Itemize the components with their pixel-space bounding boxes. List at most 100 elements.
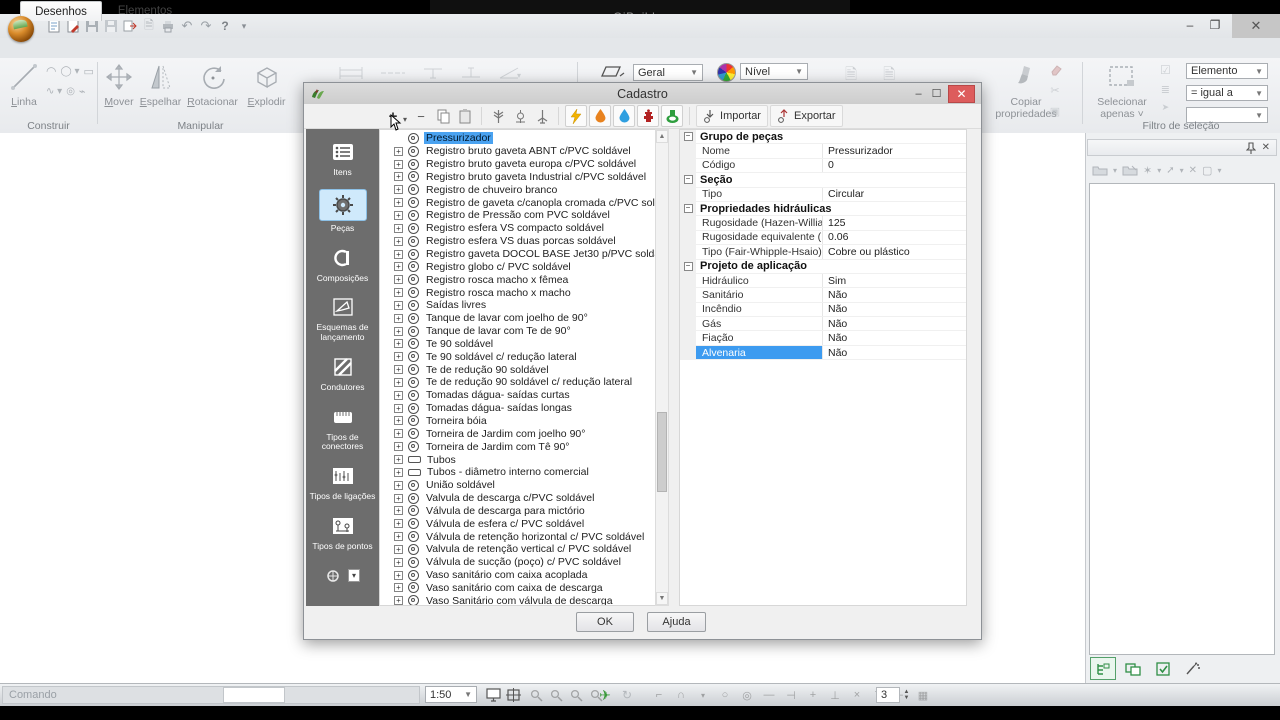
sidebar-item-esquemas-de-lan-amento[interactable]: Esquemas de lançamento bbox=[307, 294, 379, 343]
folder-edit-icon[interactable] bbox=[1122, 164, 1138, 176]
expand-icon[interactable]: + bbox=[394, 146, 403, 156]
expand-icon[interactable]: + bbox=[394, 262, 403, 272]
dock-list-area[interactable] bbox=[1089, 183, 1275, 655]
tree-item[interactable]: + Te de redução 90 soldável bbox=[380, 363, 655, 376]
remove-icon[interactable]: − bbox=[411, 106, 431, 126]
page-icon[interactable]: 🗎 bbox=[141, 18, 157, 34]
list-filter-icon[interactable]: ≣ bbox=[1160, 83, 1171, 96]
tree-item[interactable]: + Tanque de lavar com Te de 90° bbox=[380, 325, 655, 338]
tree-item[interactable]: + Tubos bbox=[380, 453, 655, 466]
explodir-button[interactable]: Explodir bbox=[244, 60, 289, 108]
expand-icon[interactable]: + bbox=[394, 223, 403, 233]
tree-item[interactable]: + União soldável bbox=[380, 479, 655, 492]
expand-icon[interactable]: + bbox=[394, 198, 403, 208]
restore-icon[interactable]: ❐ bbox=[1205, 17, 1225, 33]
sanitary-icon[interactable] bbox=[661, 105, 684, 127]
help-button[interactable]: Ajuda bbox=[647, 612, 706, 632]
snap-menu-icon[interactable]: ▾ bbox=[694, 686, 712, 704]
tree-item[interactable]: + Registro gaveta DOCOL BASE Jet30 p/PVC … bbox=[380, 248, 655, 261]
polyline-icon[interactable]: ⌁ bbox=[79, 85, 86, 98]
color-wheel-icon[interactable] bbox=[717, 63, 736, 82]
snap-bottom-icon[interactable]: ⊥ bbox=[826, 686, 844, 704]
expand-icon[interactable]: + bbox=[394, 583, 403, 593]
property-value[interactable]: 0.06 bbox=[822, 230, 966, 245]
snap-line-icon[interactable]: — bbox=[760, 686, 778, 704]
dashes-icon[interactable] bbox=[380, 66, 406, 80]
redo-icon[interactable]: ↷ bbox=[198, 18, 214, 34]
tree-item[interactable]: + Tomadas dágua- saídas curtas bbox=[380, 389, 655, 402]
expand-icon[interactable]: + bbox=[394, 339, 403, 349]
collapse-icon[interactable]: − bbox=[683, 261, 693, 271]
tree-item[interactable]: + Vaso Sanitário com válvula de descarga bbox=[380, 594, 655, 605]
tree-item[interactable]: Pressurizador bbox=[380, 132, 655, 145]
tree-item[interactable]: + Te de redução 90 soldável c/ redução la… bbox=[380, 376, 655, 389]
dim-angle-icon[interactable]: ▾ bbox=[498, 66, 522, 80]
expand-icon[interactable]: + bbox=[394, 313, 403, 323]
delete-icon[interactable]: ✕ bbox=[1189, 165, 1197, 176]
zoom-in-icon[interactable] bbox=[527, 686, 545, 704]
expand-icon[interactable]: + bbox=[394, 365, 403, 375]
pick-filter-icon[interactable]: ➤ bbox=[1160, 102, 1171, 113]
snap-cross-icon[interactable]: × bbox=[848, 686, 866, 704]
tree-item[interactable]: + Valvula de descarga c/PVC soldável bbox=[380, 492, 655, 505]
snap-circle-icon[interactable]: ○ bbox=[716, 686, 734, 704]
property-row[interactable]: Gás Não bbox=[680, 317, 966, 332]
monitor-icon[interactable] bbox=[484, 686, 502, 704]
print-icon[interactable] bbox=[160, 18, 176, 34]
expand-icon[interactable]: + bbox=[394, 377, 403, 387]
expand-icon[interactable]: + bbox=[394, 429, 403, 439]
property-value[interactable]: Não bbox=[822, 302, 966, 317]
property-value[interactable]: Não bbox=[822, 331, 966, 345]
property-row[interactable]: Tipo Circular bbox=[680, 187, 966, 202]
undo-icon[interactable]: ↶ bbox=[179, 18, 195, 34]
property-section-header[interactable]: − Grupo de peças bbox=[680, 130, 966, 145]
snap-center-icon[interactable]: ◎ bbox=[738, 686, 756, 704]
property-value[interactable]: Cobre ou plástico bbox=[822, 245, 966, 259]
zoom-out-icon[interactable] bbox=[547, 686, 565, 704]
layers-icon[interactable] bbox=[600, 64, 626, 80]
tree-item[interactable]: + Registro bruto gaveta ABNT c/PVC soldáv… bbox=[380, 145, 655, 158]
scrollbar-thumb[interactable] bbox=[657, 412, 667, 492]
property-value[interactable]: Circular bbox=[822, 187, 966, 201]
save-all-icon[interactable] bbox=[103, 18, 119, 34]
linha-button[interactable]: Linha bbox=[6, 60, 42, 108]
tree-item[interactable]: + Torneira de Jardim com Tê 90° bbox=[380, 440, 655, 453]
dropdown[interactable]: ▾ bbox=[1157, 166, 1161, 175]
copy-icon[interactable] bbox=[433, 106, 453, 126]
close-icon[interactable]: ✕ bbox=[1232, 14, 1280, 38]
expand-icon[interactable]: + bbox=[394, 275, 403, 285]
tree-item[interactable]: + Tubos - diâmetro interno comercial bbox=[380, 466, 655, 479]
property-row[interactable]: Código 0 bbox=[680, 158, 966, 174]
property-row[interactable]: Rugosidade equivalente (Fór...0.06 bbox=[680, 230, 966, 246]
expand-icon[interactable]: + bbox=[394, 532, 403, 542]
layer-combo[interactable]: Geral ▼ bbox=[633, 64, 703, 81]
rectangle-icon[interactable]: ▭ bbox=[83, 64, 93, 78]
property-value[interactable]: Pressurizador bbox=[822, 144, 966, 158]
minimize-icon[interactable]: – bbox=[1180, 17, 1200, 33]
folder-new-icon[interactable] bbox=[1092, 164, 1108, 176]
collapse-icon[interactable]: − bbox=[683, 132, 693, 142]
expand-icon[interactable]: + bbox=[394, 390, 403, 400]
tree-item[interactable]: + Valvula de retenção vertical c/ PVC sol… bbox=[380, 543, 655, 556]
snap-magnet-icon[interactable]: ∩ bbox=[672, 686, 690, 704]
snap-plus-icon[interactable]: + bbox=[804, 686, 822, 704]
dialog-titlebar[interactable]: Cadastro bbox=[304, 83, 981, 105]
apply-box-icon[interactable]: ▣ bbox=[1048, 105, 1062, 118]
sidebar-item-more[interactable]: ▾ bbox=[307, 563, 379, 589]
tree-item[interactable]: + Válvula de descarga para mictório bbox=[380, 504, 655, 517]
filter-field-combo[interactable]: Elemento ▼ bbox=[1186, 63, 1268, 79]
tools-icon[interactable]: ✶ bbox=[1143, 164, 1152, 177]
transfer-icon[interactable] bbox=[122, 18, 138, 34]
add-dropdown-icon[interactable]: ▾ bbox=[403, 115, 407, 124]
sidebar-item-itens[interactable]: Itens bbox=[307, 139, 379, 178]
dropdown[interactable]: ▾ bbox=[1180, 166, 1184, 175]
property-section-header[interactable]: − Projeto de aplicação bbox=[680, 259, 966, 274]
dropdown[interactable]: ▾ bbox=[1113, 166, 1117, 175]
tree-item[interactable]: + Registro bruto gaveta Industrial c/PVC … bbox=[380, 171, 655, 184]
property-section-header[interactable]: − Propriedades hidráulicas bbox=[680, 201, 966, 217]
zoom-window-icon[interactable] bbox=[567, 686, 585, 704]
expand-icon[interactable]: + bbox=[394, 403, 403, 413]
qat-menu-icon[interactable]: ▾ bbox=[236, 18, 252, 34]
gas-icon[interactable] bbox=[589, 105, 612, 127]
check-view-icon[interactable] bbox=[1150, 657, 1176, 680]
